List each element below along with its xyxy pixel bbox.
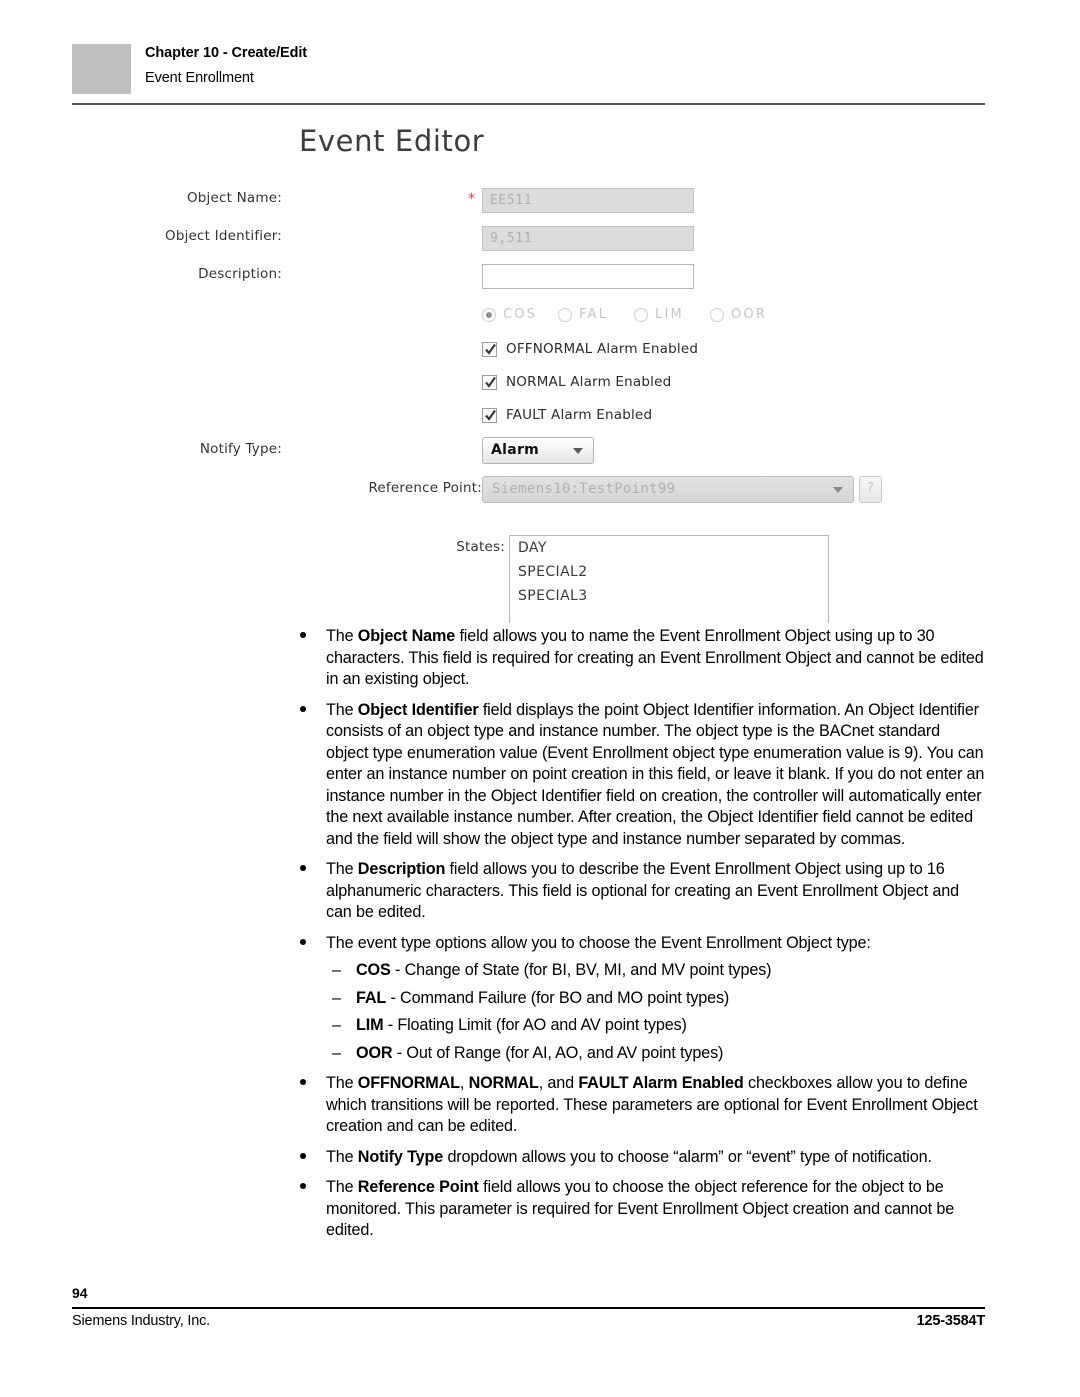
event-type-radio-group: COS FAL LIM OOR	[482, 306, 782, 328]
list-item: The Object Identifier field displays the…	[300, 700, 986, 851]
sub-list-item: – COS - Change of State (for BI, BV, MI,…	[326, 960, 986, 982]
radio-oor-label: OOR	[731, 307, 768, 322]
radio-fal-label: FAL	[579, 307, 609, 322]
footer-document-number: 125-3584T	[916, 1313, 986, 1329]
list-item: The event type options allow you to choo…	[300, 933, 986, 1065]
body-copy: The Object Name field allows you to name…	[300, 626, 986, 1251]
checkbox-offnormal-label: OFFNORMAL Alarm Enabled	[506, 341, 699, 357]
radio-fal-icon	[558, 308, 572, 322]
field-row-object-name: Object Name: * EE511	[187, 188, 696, 218]
field-row-notify-type: Notify Type: Alarm	[200, 437, 696, 467]
sub-bullet-text: COS - Change of State (for BI, BV, MI, a…	[356, 961, 772, 979]
notify-type-label: Notify Type:	[199, 441, 282, 457]
header-accent-block	[72, 44, 131, 94]
sub-bullet-text: FAL - Command Failure (for BO and MO poi…	[356, 988, 730, 1007]
bullet-icon	[300, 705, 306, 712]
notify-type-dropdown[interactable]: Alarm	[482, 437, 594, 464]
footer-divider	[72, 1307, 985, 1309]
checkbox-normal-label: NORMAL Alarm Enabled	[506, 374, 672, 390]
sub-list-item: – OOR - Out of Range (for AI, AO, and AV…	[326, 1043, 986, 1065]
list-item[interactable]: SPECIAL2	[510, 560, 828, 584]
header-divider	[72, 103, 985, 105]
chevron-down-icon	[573, 448, 583, 454]
bullet-text: The Reference Point field allows you to …	[326, 1178, 955, 1239]
sub-list-item: – LIM - Floating Limit (for AO and AV po…	[326, 1015, 986, 1037]
bullet-icon	[300, 632, 306, 638]
states-listbox[interactable]: DAY SPECIAL2 SPECIAL3	[509, 535, 829, 623]
radio-oor-icon	[710, 308, 724, 322]
page-number: 94	[72, 1285, 88, 1301]
sub-list-item: – FAL - Command Failure (for BO and MO p…	[326, 988, 986, 1010]
event-editor-title: Event Editor	[299, 124, 485, 158]
help-question-icon: ?	[867, 481, 874, 496]
field-row-states: States: DAY SPECIAL2 SPECIAL3	[296, 535, 896, 625]
object-identifier-label: Object Identifier:	[165, 228, 282, 244]
bullet-icon	[300, 1183, 306, 1189]
radio-cos-icon	[482, 308, 496, 322]
dash-icon: –	[332, 1043, 342, 1062]
bullet-text: The Notify Type dropdown allows you to c…	[326, 1147, 932, 1166]
bullet-text: The event type options allow you to choo…	[326, 933, 871, 952]
reference-point-label: Reference Point:	[368, 480, 482, 496]
bullet-text: The Object Name field allows you to name…	[326, 627, 984, 688]
header-subtitle: Event Enrollment	[145, 70, 254, 86]
states-label: States:	[456, 539, 505, 555]
reference-point-value: Siemens10:TestPoint99	[492, 481, 676, 497]
field-row-object-identifier: Object Identifier: 9,511	[165, 226, 696, 256]
bullet-icon	[300, 865, 306, 871]
dash-icon: –	[332, 988, 342, 1007]
object-name-label: Object Name:	[186, 190, 282, 206]
reference-point-dropdown[interactable]: Siemens10:TestPoint99	[482, 476, 854, 503]
list-item: The OFFNORMAL, NORMAL, and FAULT Alarm E…	[300, 1073, 986, 1138]
bullet-text: The OFFNORMAL, NORMAL, and FAULT Alarm E…	[326, 1074, 978, 1135]
checkbox-checked-icon	[482, 342, 497, 357]
radio-lim-icon	[634, 308, 648, 322]
chevron-down-icon	[833, 487, 843, 493]
event-editor-screenshot: Event Editor Object Name: * EE511 Object…	[165, 124, 896, 629]
object-name-value: EE511	[490, 193, 533, 208]
dash-icon: –	[332, 1016, 342, 1034]
page-header: Chapter 10 - Create/Edit Event Enrollmen…	[72, 44, 984, 106]
notify-type-value: Alarm	[491, 442, 540, 458]
sub-bullet-text: LIM - Floating Limit (for AO and AV poin…	[356, 1016, 687, 1034]
bullet-text: The Description field allows you to desc…	[326, 860, 959, 921]
description-label: Description:	[198, 266, 282, 282]
list-item: The Description field allows you to desc…	[300, 859, 986, 924]
bullet-icon	[300, 938, 306, 945]
checkbox-checked-icon	[482, 375, 497, 390]
object-name-input[interactable]: EE511	[482, 188, 694, 213]
footer-company: Siemens Industry, Inc.	[72, 1313, 210, 1329]
bullet-icon	[300, 1152, 306, 1159]
checkbox-fault-label: FAULT Alarm Enabled	[506, 407, 653, 423]
bullet-icon	[300, 1079, 306, 1085]
reference-point-help-button[interactable]: ?	[859, 476, 882, 503]
dash-icon: –	[332, 961, 342, 979]
checkbox-checked-icon	[482, 408, 497, 423]
list-item[interactable]: SPECIAL3	[510, 584, 828, 608]
field-row-reference-point: Reference Point: Siemens10:TestPoint99 ?	[296, 476, 896, 506]
radio-cos-label: COS	[503, 307, 538, 322]
description-input[interactable]	[482, 264, 694, 289]
field-row-description: Description:	[198, 264, 696, 294]
object-identifier-input[interactable]: 9,511	[482, 226, 694, 251]
list-item[interactable]: DAY	[510, 536, 828, 560]
list-item: The Object Name field allows you to name…	[300, 626, 986, 691]
required-asterisk-icon: *	[468, 191, 475, 207]
bullet-text: The Object Identifier field displays the…	[326, 700, 985, 848]
list-item: The Notify Type dropdown allows you to c…	[300, 1147, 986, 1169]
object-identifier-value: 9,511	[490, 231, 533, 246]
chapter-title: Chapter 10 - Create/Edit	[145, 45, 307, 61]
sub-bullet-text: OOR - Out of Range (for AI, AO, and AV p…	[356, 1043, 724, 1062]
list-item: The Reference Point field allows you to …	[300, 1177, 986, 1242]
radio-lim-label: LIM	[655, 307, 684, 322]
